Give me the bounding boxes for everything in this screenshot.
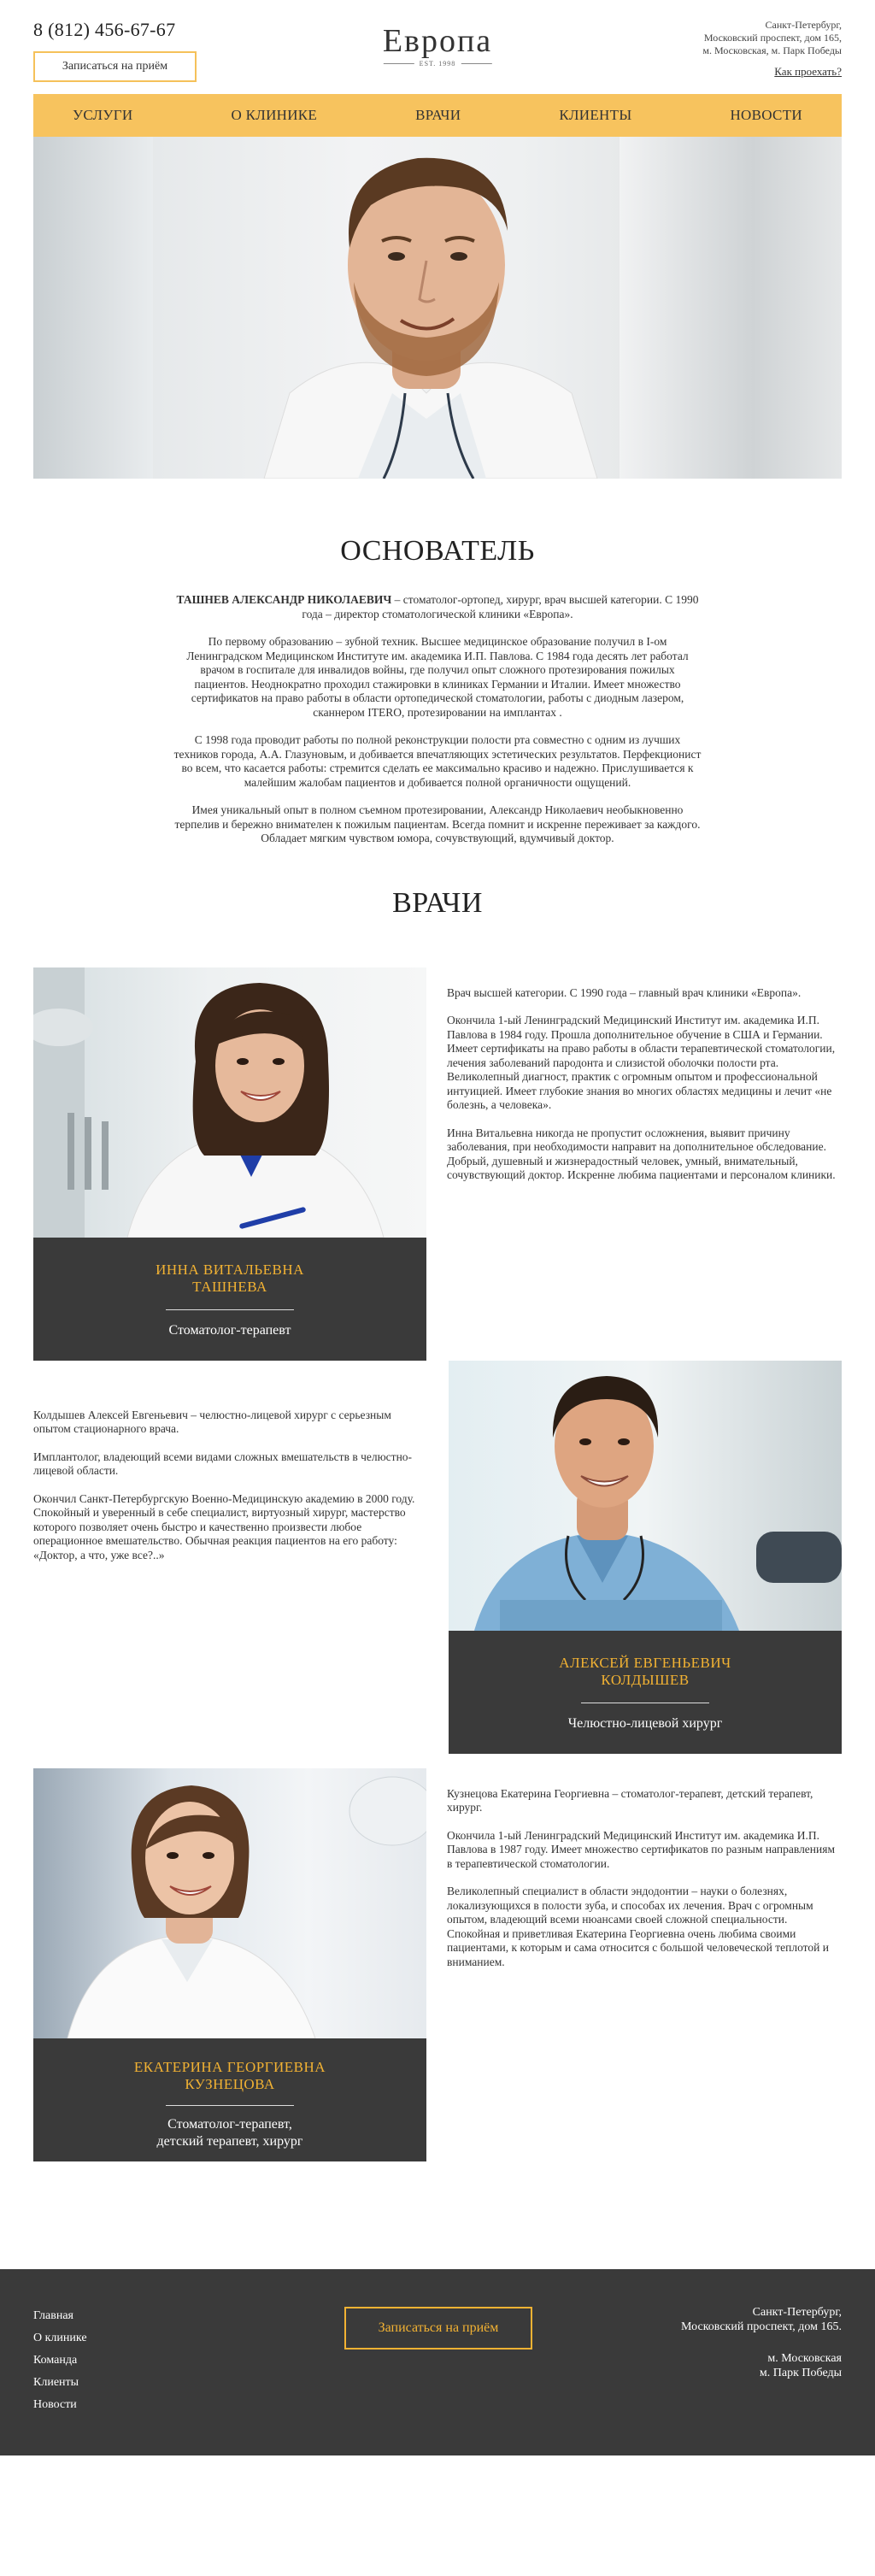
doctor-block: ЕКАТЕРИНА ГЕОРГИЕВНА КУЗНЕЦОВА Стоматоло… <box>33 1767 842 2161</box>
founder-title: ОСНОВАТЕЛЬ <box>340 535 535 567</box>
doctor-photo-illustration <box>474 1375 842 1631</box>
doctor-name: ИННА ВИТАЛЬЕВНА ТАШНЕВА <box>156 1261 304 1295</box>
doctor-info: ИННА ВИТАЛЬЕВНА ТАШНЕВА Стоматолог-терап… <box>33 1237 426 1361</box>
header-address: Санкт-Петербург, Московский проспект, до… <box>702 19 842 56</box>
footer-book-appointment-button[interactable]: Записаться на приём <box>344 2306 532 2350</box>
doctor-bio: Колдышев Алексей Евгеньевич – челюстно-л… <box>33 1409 428 1577</box>
doctor-name: АЛЕКСЕЙ ЕВГЕНЬЕВИЧ КОЛДЫШЕВ <box>559 1654 731 1688</box>
doctor-block: Колдышев Алексей Евгеньевич – челюстно-л… <box>33 1360 842 1754</box>
doctor-photo <box>33 967 426 1238</box>
founder-name: ТАШНЕВ АЛЕКСАНДР НИКОЛАЕВИЧ <box>176 593 392 606</box>
doctor-bio-paragraph: Окончила 1-ый Ленинградский Медицинский … <box>447 1828 836 1870</box>
doctor-card[interactable]: ИННА ВИТАЛЬЕВНА ТАШНЕВА Стоматолог-терап… <box>33 967 426 1361</box>
doctor-bio: Врач высшей категории. С 1990 года – гла… <box>447 986 842 1197</box>
doctor-block: ИННА ВИТАЛЬЕВНА ТАШНЕВА Стоматолог-терап… <box>33 967 842 1361</box>
doctor-info: ЕКАТЕРИНА ГЕОРГИЕВНА КУЗНЕЦОВА Стоматоло… <box>33 2038 426 2161</box>
founder-intro: ТАШНЕВ АЛЕКСАНДР НИКОЛАЕВИЧ – стоматолог… <box>176 593 699 620</box>
doctor-role: Стоматолог-терапевт, детский терапевт, х… <box>156 2116 303 2149</box>
doctor-card[interactable]: АЛЕКСЕЙ ЕВГЕНЬЕВИЧ КОЛДЫШЕВ Челюстно-лиц… <box>449 1360 842 1754</box>
footer-link-clients[interactable]: Клиенты <box>33 2372 87 2394</box>
footer-link-team[interactable]: Команда <box>33 2350 87 2372</box>
logo[interactable]: Европа EST. 1998 <box>383 24 492 68</box>
doctor-bio-paragraph: Кузнецова Екатерина Георгиевна – стомато… <box>447 1786 813 1814</box>
founder-paragraph: С 1998 года проводит работы по полной ре… <box>173 733 702 789</box>
hero-photo <box>33 137 842 479</box>
logo-title: Европа <box>382 23 493 59</box>
divider <box>166 2104 294 2106</box>
footer-link-about[interactable]: О клинике <box>33 2327 87 2350</box>
doctor-bio-paragraph: Врач высшей категории. С 1990 года – гла… <box>447 985 802 999</box>
footer-nav: Главная О клинике Команда Клиенты Новост… <box>33 2305 87 2416</box>
directions-link[interactable]: Как проехать? <box>774 65 842 79</box>
doctor-bio-paragraph: Окончила 1-ый Ленинградский Медицинский … <box>447 1014 836 1111</box>
footer-link-home[interactable]: Главная <box>33 2305 87 2327</box>
founder-section: ОСНОВАТЕЛЬ ТАШНЕВ АЛЕКСАНДР НИКОЛАЕВИЧ –… <box>33 479 842 846</box>
founder-bio: ТАШНЕВ АЛЕКСАНДР НИКОЛАЕВИЧ – стоматолог… <box>173 593 702 846</box>
doctor-card[interactable]: ЕКАТЕРИНА ГЕОРГИЕВНА КУЗНЕЦОВА Стоматоло… <box>33 1767 426 2161</box>
doctor-bio-paragraph: Инна Витальевна никогда не пропустит осл… <box>447 1126 836 1182</box>
site-footer: Главная О клинике Команда Клиенты Новост… <box>0 2268 875 2455</box>
doctor-info: АЛЕКСЕЙ ЕВГЕНЬЕВИЧ КОЛДЫШЕВ Челюстно-лиц… <box>449 1630 842 1754</box>
doctor-portrait-illustration <box>263 157 598 479</box>
doctor-photo-illustration <box>67 1776 426 2038</box>
phone-number[interactable]: 8 (812) 456-67-67 <box>33 19 175 41</box>
doctor-role: Стоматолог-терапевт <box>168 1322 291 1338</box>
nav-item-services[interactable]: УСЛУГИ <box>73 107 132 124</box>
founder-paragraph: По первому образованию – зубной техник. … <box>186 635 689 719</box>
nav-item-news[interactable]: НОВОСТИ <box>730 107 802 124</box>
doctor-bio-paragraph: Имплантолог, владеющий всеми видами слож… <box>33 1450 413 1478</box>
doctor-bio-paragraph: Окончил Санкт-Петербургскую Военно-Медиц… <box>33 1491 415 1561</box>
doctor-bio-paragraph: Великолепный специалист в области эндодо… <box>447 1885 829 1968</box>
nav-item-about[interactable]: О КЛИНИКЕ <box>231 107 317 124</box>
doctor-name: ЕКАТЕРИНА ГЕОРГИЕВНА КУЗНЕЦОВА <box>133 2058 326 2092</box>
logo-subtitle: EST. 1998 <box>383 60 492 68</box>
doctor-bio: Кузнецова Екатерина Георгиевна – стомато… <box>447 1787 842 1984</box>
footer-link-news[interactable]: Новости <box>33 2394 87 2416</box>
site-header: 8 (812) 456-67-67 Записаться на приём Ев… <box>33 0 842 94</box>
doctor-photo <box>33 1767 426 2038</box>
doctor-bio-paragraph: Колдышев Алексей Евгеньевич – челюстно-л… <box>33 1408 391 1436</box>
doctors-title: ВРАЧИ <box>392 886 483 919</box>
divider <box>166 1309 294 1310</box>
nav-item-doctors[interactable]: ВРАЧИ <box>415 107 461 124</box>
doctor-role: Челюстно-лицевой хирург <box>567 1715 723 1731</box>
footer-address: Санкт-Петербург, Московский проспект, до… <box>681 2305 842 2379</box>
doctor-photo <box>449 1360 842 1631</box>
main-nav: УСЛУГИ О КЛИНИКЕ ВРАЧИ КЛИЕНТЫ НОВОСТИ <box>33 94 842 137</box>
founder-paragraph: Имея уникальный опыт в полном съемном пр… <box>174 803 701 844</box>
nav-item-clients[interactable]: КЛИЕНТЫ <box>559 107 631 124</box>
book-appointment-button[interactable]: Записаться на приём <box>33 51 197 82</box>
doctor-photo-illustration <box>33 967 385 1238</box>
